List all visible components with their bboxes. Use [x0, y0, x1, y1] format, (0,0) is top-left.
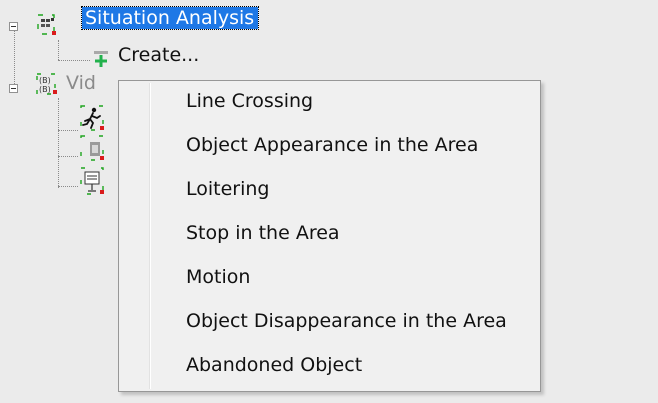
tree-item-situation-analysis[interactable]: Situation Analysis — [80, 6, 260, 30]
collapse-toggle[interactable] — [9, 22, 18, 31]
menu-item-label: Abandoned Object — [186, 354, 363, 376]
tree-connector — [58, 186, 78, 187]
menu-item-line-crossing[interactable]: Line Crossing — [121, 81, 538, 121]
tree-connector — [58, 40, 59, 60]
menu-item-object-disappearance[interactable]: Object Disappearance in the Area — [121, 301, 538, 341]
svg-text:(B): (B) — [39, 85, 51, 94]
tree-item-create[interactable]: Create... — [118, 44, 199, 66]
menu-item-label: Line Crossing — [186, 90, 314, 112]
svg-text:(B): (B) — [39, 76, 51, 85]
collapse-toggle[interactable] — [9, 84, 18, 93]
tree-connector — [58, 60, 90, 61]
video-detector-icon: (B) (B) — [35, 72, 61, 102]
menu-item-abandoned-object[interactable]: Abandoned Object — [121, 345, 538, 385]
running-person-icon — [80, 104, 108, 138]
tree-connector — [14, 28, 15, 92]
tree-connector — [58, 156, 78, 157]
menu-item-label: Object Appearance in the Area — [186, 134, 479, 156]
tree-item-video[interactable]: Vid — [66, 72, 96, 94]
menu-item-stop-in-area[interactable]: Stop in the Area — [121, 213, 538, 253]
tree-connector — [58, 98, 59, 188]
tree-connector — [58, 130, 78, 131]
menu-item-label: Stop in the Area — [186, 222, 340, 244]
menu-item-label: Motion — [186, 266, 251, 288]
menu-item-loitering[interactable]: Loitering — [121, 169, 538, 209]
camera-group-icon — [35, 12, 59, 42]
menu-item-label: Loitering — [186, 178, 270, 200]
menu-item-object-appearance[interactable]: Object Appearance in the Area — [121, 125, 538, 165]
context-menu: Line Crossing Object Appearance in the A… — [118, 80, 541, 392]
menu-item-motion[interactable]: Motion — [121, 257, 538, 297]
object-tracker-icon — [80, 134, 108, 168]
menu-item-label: Object Disappearance in the Area — [186, 310, 507, 332]
detector-panel-icon — [80, 166, 108, 202]
plus-icon — [92, 49, 112, 73]
